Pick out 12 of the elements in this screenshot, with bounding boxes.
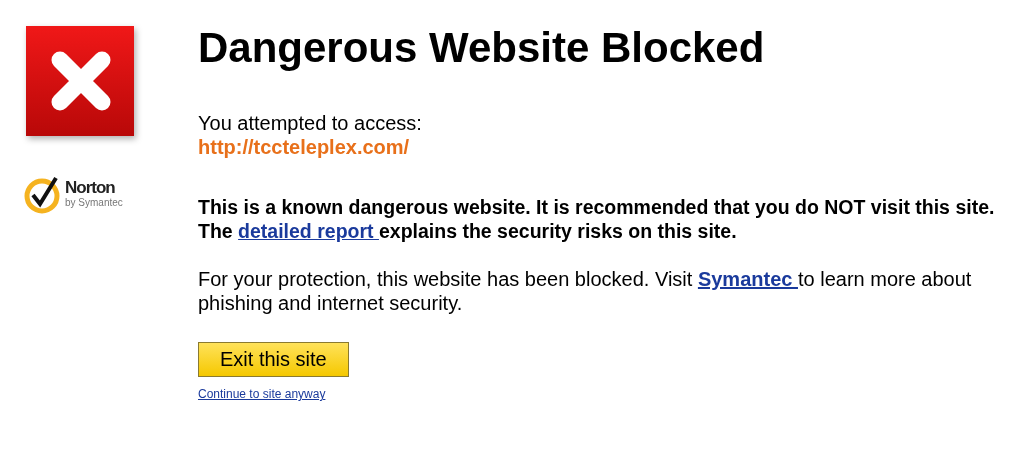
exit-button[interactable]: Exit this site — [198, 342, 349, 377]
protection-text: For your protection, this website has been blocked. Visit Symantec to learn more about phishing and internet security. — [198, 267, 973, 315]
brand-byline: by Symantec — [65, 197, 123, 209]
symantec-link[interactable]: Symantec — [697, 268, 798, 290]
page-title: Dangerous Website Blocked — [198, 23, 766, 73]
blocked-x-icon — [26, 26, 136, 138]
brand-name: Norton — [65, 179, 116, 197]
attempt-label: You attempted to access: — [198, 111, 423, 135]
warning-text: This is a known dangerous website. It is recommended that you do NOT visit this site. The detailed report explains the security risks on this site. — [198, 195, 996, 243]
report-link[interactable]: detailed report — [238, 220, 379, 242]
blocked-url: http://tccteleplex.com/ — [198, 135, 411, 159]
continue-link[interactable]: Continue to site anyway — [198, 387, 326, 401]
